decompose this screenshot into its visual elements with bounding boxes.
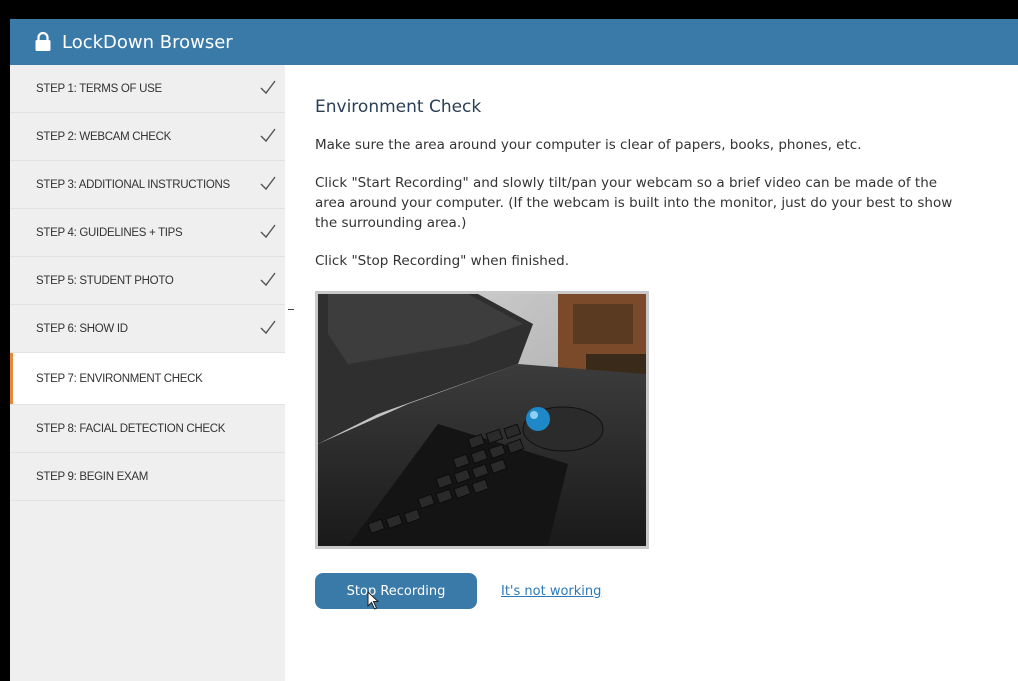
lockdown-browser-window: LockDown Browser STEP 1: TERMS OF USE ST… bbox=[10, 19, 1018, 681]
step-label: STEP 3: ADDITIONAL INSTRUCTIONS bbox=[36, 178, 230, 191]
instruction-stop-recording: Click "Stop Recording" when finished. bbox=[315, 253, 569, 269]
checkmark-icon bbox=[260, 176, 276, 191]
step-label: STEP 8: FACIAL DETECTION CHECK bbox=[36, 422, 226, 435]
sidebar-step-guidelines-tips[interactable]: STEP 4: GUIDELINES + TIPS bbox=[10, 209, 285, 257]
step-label: STEP 4: GUIDELINES + TIPS bbox=[36, 226, 183, 239]
page-title: Environment Check bbox=[315, 97, 482, 117]
sidebar-step-additional-instructions[interactable]: STEP 3: ADDITIONAL INSTRUCTIONS bbox=[10, 161, 285, 209]
step-label: STEP 2: WEBCAM CHECK bbox=[36, 130, 172, 143]
sidebar-step-facial-detection-check[interactable]: STEP 8: FACIAL DETECTION CHECK bbox=[10, 405, 285, 453]
step-label: STEP 9: BEGIN EXAM bbox=[36, 470, 148, 483]
step-label: STEP 6: SHOW ID bbox=[36, 322, 128, 335]
divider-mark bbox=[288, 309, 294, 310]
step-label: STEP 7: ENVIRONMENT CHECK bbox=[36, 372, 203, 385]
checkmark-icon bbox=[260, 80, 276, 95]
step-label: STEP 1: TERMS OF USE bbox=[36, 82, 162, 95]
sidebar-step-terms-of-use[interactable]: STEP 1: TERMS OF USE bbox=[10, 65, 285, 113]
sidebar-step-webcam-check[interactable]: STEP 2: WEBCAM CHECK bbox=[10, 113, 285, 161]
sidebar-step-begin-exam[interactable]: STEP 9: BEGIN EXAM bbox=[10, 453, 285, 501]
webcam-image bbox=[318, 294, 646, 546]
main-content: Environment Check Make sure the area aro… bbox=[315, 65, 1005, 610]
stop-recording-label: Stop Recording bbox=[346, 583, 446, 599]
not-working-link[interactable]: It's not working bbox=[501, 584, 601, 599]
app-title: LockDown Browser bbox=[62, 31, 233, 53]
checkmark-icon bbox=[260, 224, 276, 239]
checkmark-icon bbox=[260, 272, 276, 287]
sidebar-step-show-id[interactable]: STEP 6: SHOW ID bbox=[10, 305, 285, 353]
step-label: STEP 5: STUDENT PHOTO bbox=[36, 274, 174, 287]
mouse-pointer-icon bbox=[367, 591, 380, 610]
checkmark-icon bbox=[260, 320, 276, 335]
sidebar-step-environment-check[interactable]: STEP 7: ENVIRONMENT CHECK bbox=[10, 353, 285, 405]
title-bar: LockDown Browser bbox=[10, 19, 1018, 65]
checkmark-icon bbox=[260, 128, 276, 143]
steps-sidebar: STEP 1: TERMS OF USE STEP 2: WEBCAM CHEC… bbox=[10, 65, 285, 681]
action-row: Stop Recording It's not working bbox=[315, 573, 1005, 610]
instruction-clear-area: Make sure the area around your computer … bbox=[315, 137, 862, 153]
webcam-video-preview bbox=[315, 291, 649, 549]
instruction-start-recording: Click "Start Recording" and slowly tilt/… bbox=[315, 175, 953, 231]
lock-icon bbox=[35, 32, 51, 51]
sidebar-step-student-photo[interactable]: STEP 5: STUDENT PHOTO bbox=[10, 257, 285, 305]
stop-recording-button[interactable]: Stop Recording bbox=[315, 573, 477, 610]
